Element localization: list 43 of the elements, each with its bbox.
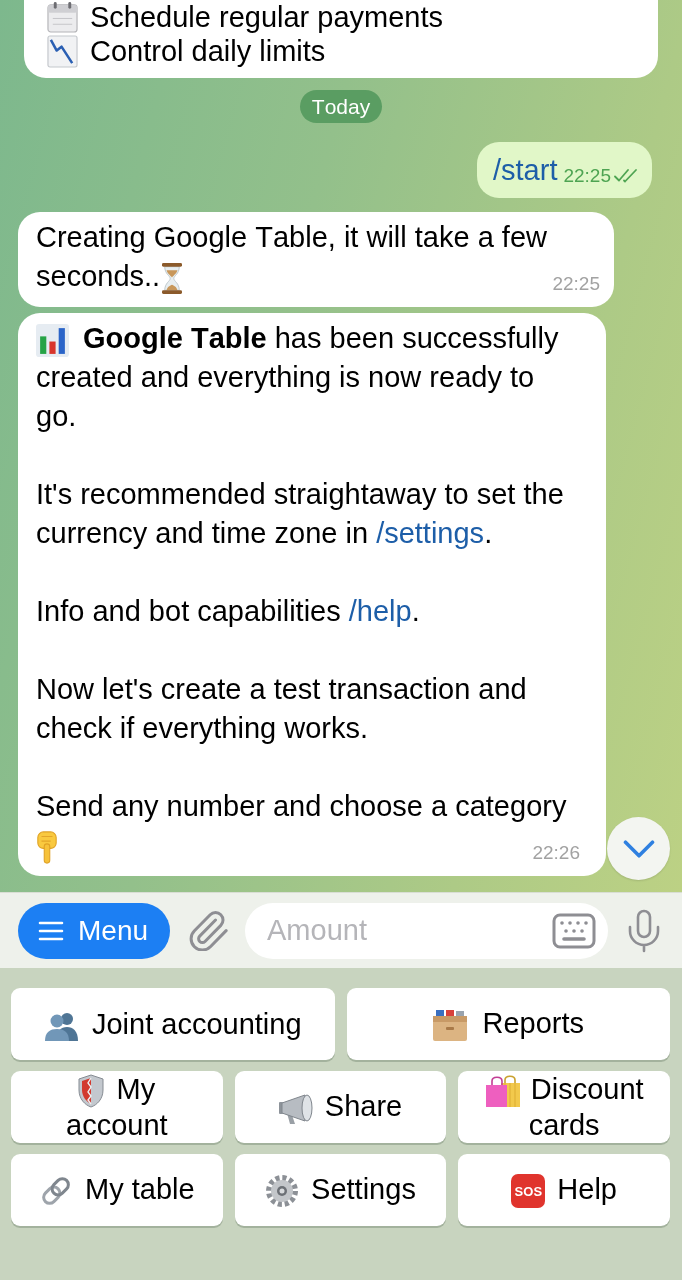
card-box-icon — [432, 1008, 469, 1043]
keyboard-button[interactable]: Settings — [234, 1154, 447, 1226]
message-text: Send any number and choose a category — [36, 790, 567, 822]
bar-chart-icon — [36, 323, 69, 357]
message-text: Schedule regular payments — [90, 0, 444, 34]
keyboard-icon[interactable] — [551, 912, 597, 949]
shield-icon — [78, 1074, 105, 1109]
message-time: 22:26 — [532, 843, 580, 863]
chart-decreasing-icon — [47, 34, 78, 68]
keyboard-button[interactable]: My table — [11, 1154, 223, 1226]
message-text: Now let's create a test transaction and check if everything works. — [36, 673, 527, 744]
message-input[interactable]: Amount — [245, 902, 608, 959]
keyboard-button[interactable]: SOS Help — [458, 1154, 670, 1226]
microphone-icon[interactable] — [628, 908, 660, 953]
menu-icon — [38, 920, 64, 941]
message-text: Info and bot capabilities /help. — [36, 595, 420, 627]
message-text: Creating Google Table, it will take a few seconds.. — [36, 221, 547, 292]
keyboard-button[interactable]: Joint accounting — [11, 988, 335, 1060]
message-text: It's recommended straightaway to set the currency and time zone in /settings. — [36, 478, 564, 549]
command-link[interactable]: /start — [493, 154, 558, 186]
keyboard-button[interactable]: Discount cards — [458, 1071, 670, 1143]
gear-icon — [265, 1174, 300, 1209]
people-icon — [43, 1011, 80, 1042]
command-link[interactable]: /settings — [376, 517, 485, 549]
message-time: 22:25 — [552, 274, 600, 294]
hourglass-icon — [162, 262, 183, 294]
message-time: 22:25 — [563, 166, 611, 186]
menu-button[interactable]: Menu — [18, 902, 170, 959]
keyboard-button[interactable]: Reports — [346, 988, 670, 1060]
message-text: Control daily limits — [90, 34, 326, 68]
calendar-icon — [47, 1, 78, 33]
shopping-bags-icon — [484, 1074, 521, 1109]
paperclip-icon[interactable] — [188, 910, 228, 951]
keyboard-button[interactable]: My account — [11, 1071, 223, 1143]
megaphone-icon — [278, 1092, 315, 1125]
chevron-down-icon — [622, 839, 655, 858]
sos-badge: SOS — [511, 1174, 546, 1209]
scroll-down-button[interactable] — [607, 817, 670, 880]
command-link[interactable]: /help — [348, 595, 412, 627]
date-label: Today — [299, 90, 383, 123]
keyboard-button[interactable]: Share — [234, 1071, 447, 1143]
pointing-down-icon — [36, 830, 58, 864]
message-text: Google Table has been successfully created and everything is now ready to go. — [36, 322, 559, 432]
